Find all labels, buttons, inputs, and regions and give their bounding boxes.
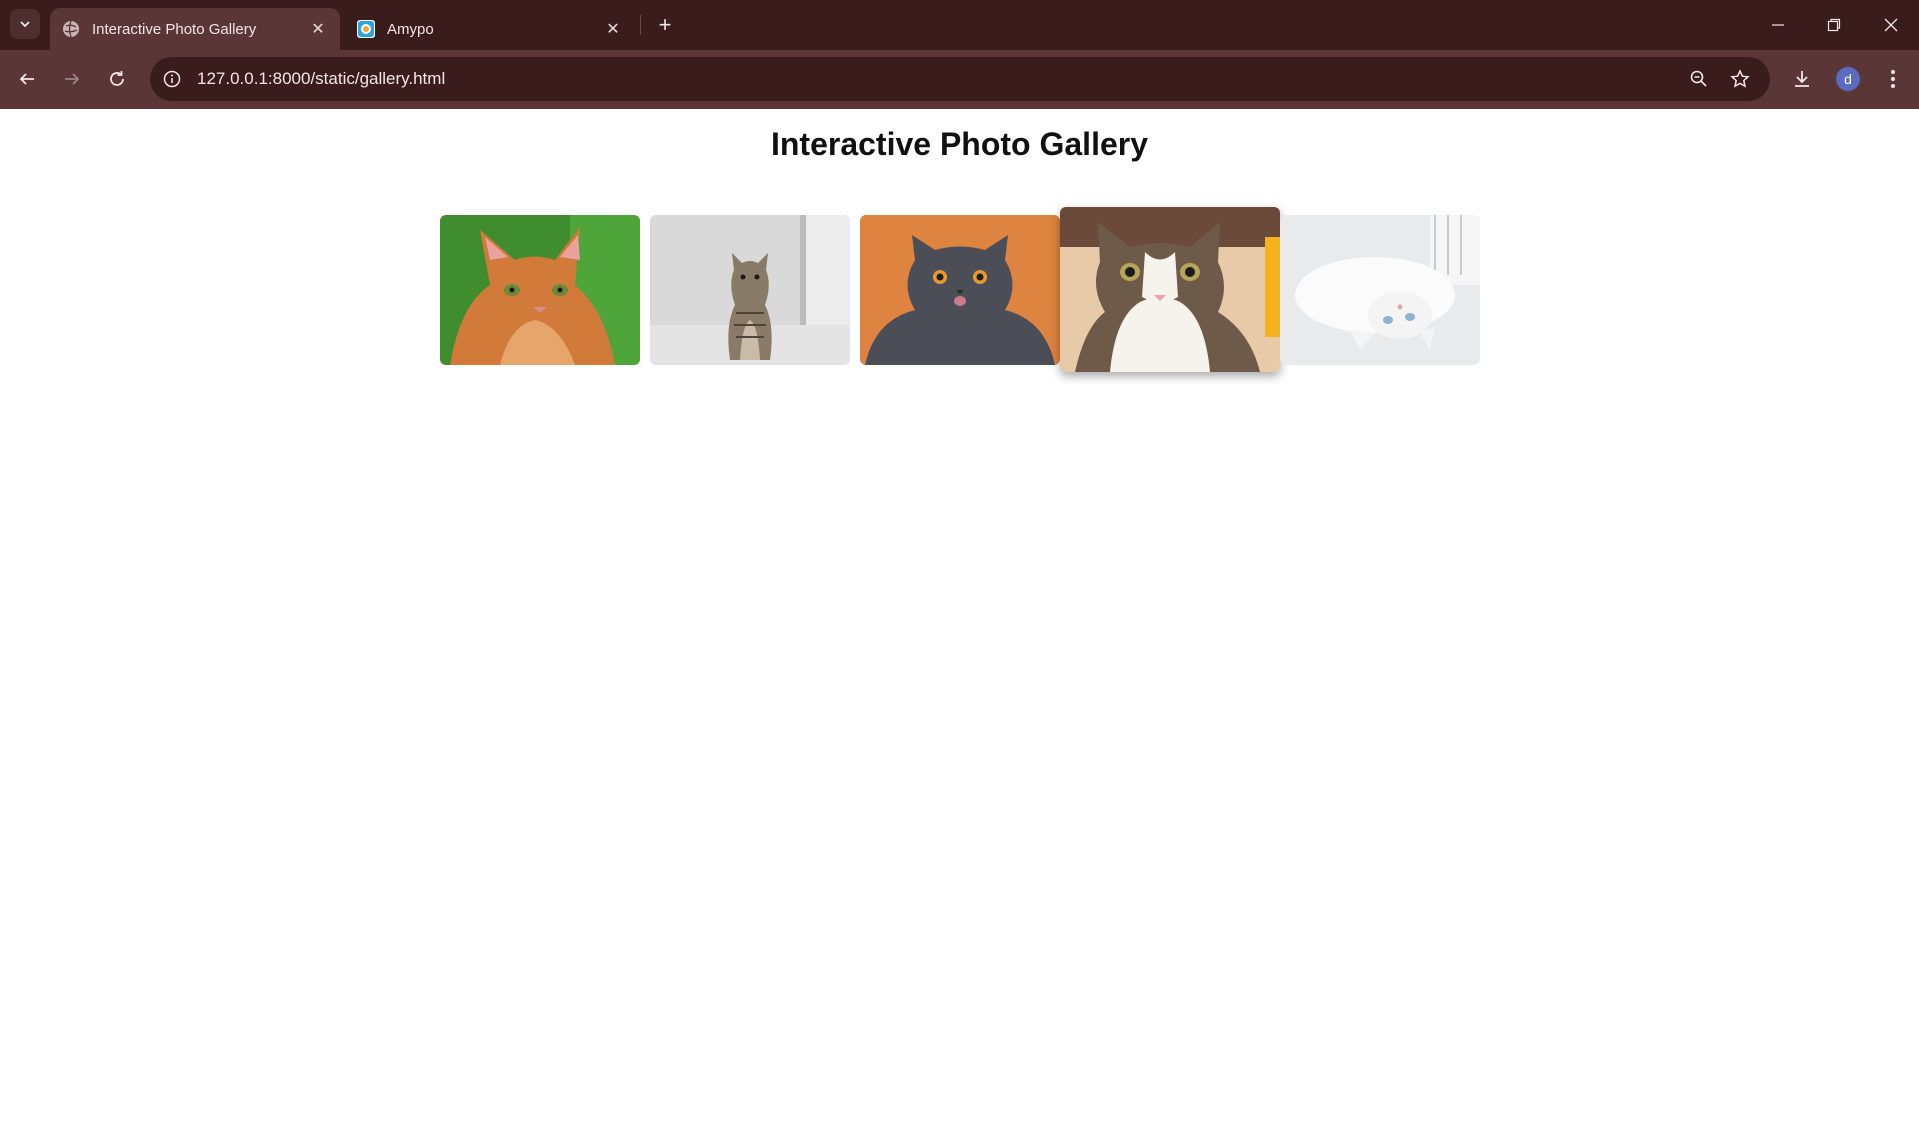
- close-tab-icon[interactable]: ✕: [308, 19, 328, 39]
- white-tabby-cat-image: [1060, 207, 1280, 372]
- bookmark-button[interactable]: [1728, 67, 1752, 91]
- white-kitten-image: [1280, 215, 1480, 365]
- site-info-icon[interactable]: [160, 67, 184, 91]
- close-icon: [1884, 18, 1898, 32]
- tab-title: Amypo: [387, 20, 434, 38]
- tab-separator: [640, 15, 641, 35]
- page-content: Interactive Photo Gallery: [0, 109, 1919, 1133]
- url-text[interactable]: 127.0.0.1:8000/static/gallery.html: [197, 69, 445, 89]
- tab-search-button[interactable]: [10, 9, 40, 39]
- chevron-down-icon: [20, 21, 30, 28]
- browser-tab-strip: Interactive Photo Gallery ✕ Amypo ✕ +: [0, 0, 1919, 50]
- downloads-button[interactable]: [1787, 64, 1817, 94]
- tab-title: Interactive Photo Gallery: [92, 20, 257, 38]
- close-window-button[interactable]: [1876, 10, 1906, 40]
- gallery-photo-white-kitten[interactable]: [1280, 215, 1480, 365]
- menu-button[interactable]: [1878, 64, 1908, 94]
- address-bar[interactable]: 127.0.0.1:8000/static/gallery.html: [150, 57, 1770, 101]
- page-title: Interactive Photo Gallery: [770, 126, 1148, 162]
- forward-button[interactable]: [57, 64, 87, 94]
- grey-cat-image: [860, 215, 1060, 365]
- reload-button[interactable]: [102, 64, 132, 94]
- back-button[interactable]: [12, 64, 42, 94]
- zoom-button[interactable]: [1687, 67, 1711, 91]
- tabby-kitten-image: [650, 215, 850, 365]
- restore-icon: [1827, 18, 1841, 32]
- gallery-photo-tabby-kitten[interactable]: [650, 215, 850, 365]
- arrow-right-icon: [65, 73, 80, 85]
- minimize-icon: [1772, 24, 1784, 26]
- star-icon: [1730, 69, 1750, 88]
- download-icon: [1795, 71, 1809, 87]
- zoom-out-icon: [1690, 70, 1707, 87]
- restore-button[interactable]: [1819, 10, 1849, 40]
- arrow-left-icon: [19, 73, 34, 85]
- tab-interactive-photo-gallery[interactable]: Interactive Photo Gallery ✕: [50, 8, 340, 50]
- gallery-photo-orange-cat[interactable]: [440, 215, 640, 365]
- orange-cat-image: [440, 215, 640, 365]
- amypo-logo-icon: [357, 20, 375, 38]
- gallery-photo-grey-cat[interactable]: [860, 215, 1060, 365]
- photo-gallery: [440, 207, 1480, 377]
- close-tab-icon[interactable]: ✕: [603, 19, 623, 39]
- profile-button[interactable]: d: [1833, 64, 1863, 94]
- browser-toolbar: 127.0.0.1:8000/static/gallery.html d: [0, 50, 1919, 109]
- avatar: d: [1836, 67, 1860, 91]
- reload-icon: [110, 71, 124, 86]
- globe-icon: [62, 20, 80, 38]
- more-vert-icon: [1891, 70, 1895, 88]
- new-tab-button[interactable]: +: [652, 12, 678, 38]
- gallery-photo-white-tabby-cat[interactable]: [1060, 207, 1280, 372]
- minimize-button[interactable]: [1763, 10, 1793, 40]
- tab-amypo[interactable]: Amypo ✕: [345, 8, 635, 50]
